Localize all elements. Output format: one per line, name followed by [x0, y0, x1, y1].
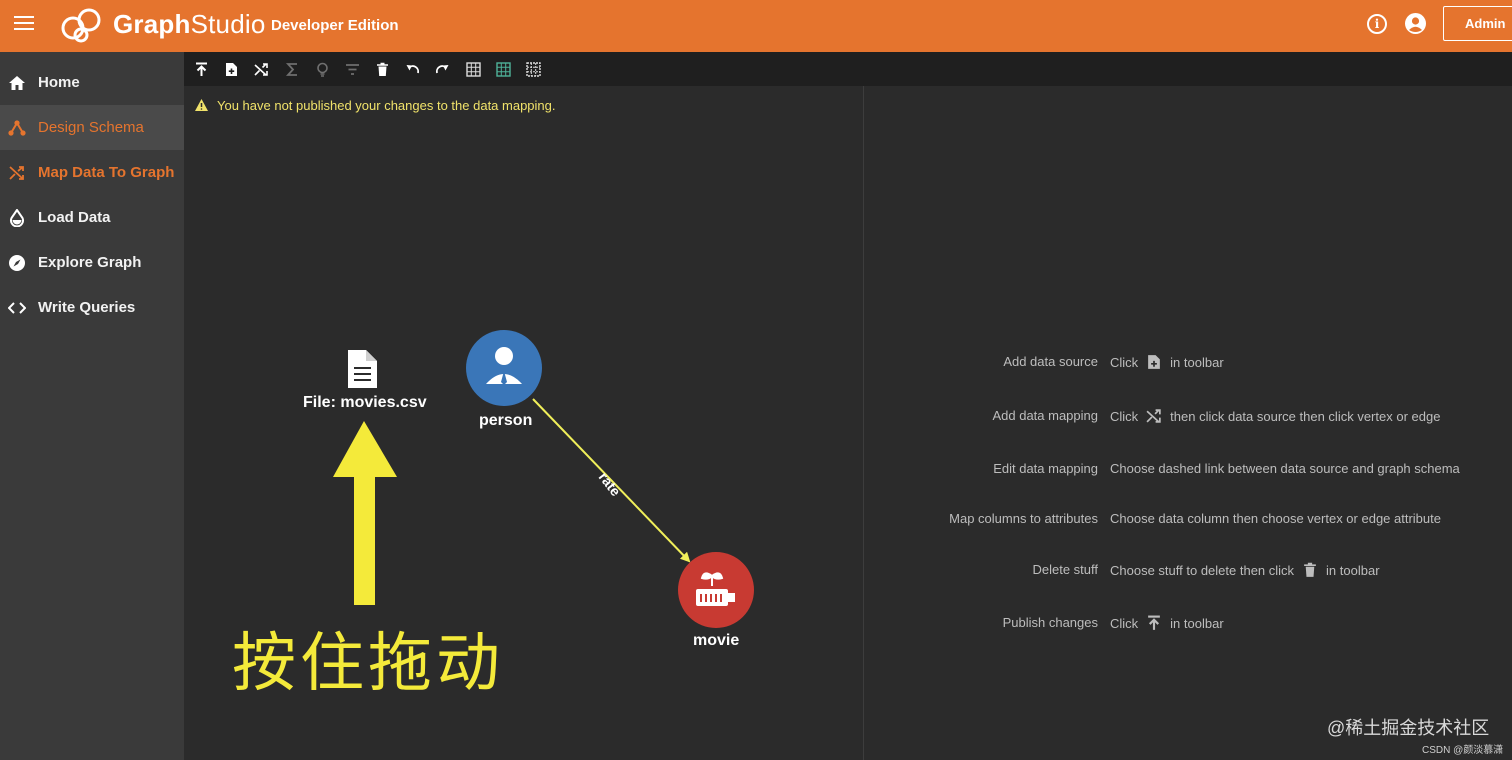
help-value: Choose dashed link between data source a… [1110, 461, 1460, 476]
toolbar [184, 52, 1512, 86]
sidebar-item-load-data[interactable]: Load Data [0, 195, 184, 240]
grid-icon[interactable] [466, 62, 481, 77]
help-key: Publish changes [1002, 615, 1098, 630]
help-key: Add data mapping [992, 408, 1098, 423]
help-row-edit-data-mapping: Edit data mapping Choose dashed link bet… [864, 461, 1512, 481]
edition-label: Developer Edition [271, 17, 399, 34]
person-vertex[interactable] [466, 330, 542, 406]
add-file-icon [1148, 355, 1161, 369]
undo-icon[interactable] [405, 62, 420, 77]
trash-icon [1304, 562, 1316, 577]
help-value: Choose data column then choose vertex or… [1110, 511, 1441, 526]
info-icon[interactable]: i [1367, 14, 1387, 34]
sidebar: Home Design Schema Map Data To Graph Loa… [0, 52, 184, 760]
help-value: Click in toolbar [1110, 615, 1224, 631]
sidebar-item-explore-graph[interactable]: Explore Graph [0, 240, 184, 285]
grid-dotted-icon[interactable] [526, 62, 541, 77]
watermark-juejin: @稀土掘金技术社区 [1327, 718, 1490, 738]
movie-vertex[interactable] [678, 552, 754, 628]
help-value: Click in toolbar [1110, 354, 1224, 370]
home-icon [9, 76, 25, 90]
compass-icon [9, 255, 25, 271]
help-value: Choose stuff to delete then click in too… [1110, 562, 1380, 578]
admin-button[interactable]: Admin [1443, 6, 1512, 41]
redo-icon[interactable] [435, 62, 450, 77]
edge-label: rate [596, 469, 625, 499]
schema-icon [8, 120, 26, 136]
sidebar-item-label: Load Data [38, 209, 111, 226]
file-data-source-icon[interactable] [348, 350, 377, 388]
drag-hint-annotation: 按住拖动 [232, 627, 504, 701]
help-row-delete-stuff: Delete stuff Choose stuff to delete then… [864, 562, 1512, 582]
file-label: File: movies.csv [303, 394, 427, 411]
graphstudio-logo-icon [61, 8, 101, 43]
sidebar-item-label: Explore Graph [38, 254, 142, 271]
help-value: Click then click data source then click … [1110, 408, 1441, 424]
shuffle-icon[interactable] [254, 62, 269, 77]
sidebar-item-label: Write Queries [38, 299, 136, 316]
map-shuffle-icon [9, 166, 24, 180]
watermark-csdn: CSDN @颜淡慕潇 [1422, 745, 1504, 756]
shuffle-icon [1146, 409, 1161, 423]
drop-icon [10, 209, 24, 227]
hamburger-menu-icon[interactable] [14, 16, 34, 32]
help-key: Delete stuff [1032, 562, 1098, 577]
sidebar-item-design-schema[interactable]: Design Schema [0, 105, 184, 150]
help-key: Add data source [1003, 354, 1098, 369]
sidebar-item-label: Home [38, 74, 80, 91]
drag-hint-arrow [333, 421, 397, 605]
add-file-icon[interactable] [224, 62, 239, 77]
filter-icon[interactable] [345, 62, 360, 77]
help-key: Edit data mapping [993, 461, 1098, 476]
sidebar-item-map-data-to-graph[interactable]: Map Data To Graph [0, 150, 184, 195]
sidebar-item-label: Map Data To Graph [38, 164, 175, 181]
lightbulb-icon[interactable] [315, 62, 330, 77]
movie-label: movie [693, 632, 740, 649]
publish-icon[interactable] [194, 62, 209, 77]
publish-icon [1148, 615, 1161, 630]
sigma-icon[interactable] [285, 62, 300, 77]
app-logo-text: GraphStudio [113, 9, 266, 39]
grid-alt-icon[interactable] [496, 62, 511, 77]
trash-icon[interactable] [375, 62, 390, 77]
sidebar-item-home[interactable]: Home [0, 60, 184, 105]
help-row-publish-changes: Publish changes Click in toolbar [864, 615, 1512, 635]
code-icon [8, 302, 26, 314]
help-row-map-columns: Map columns to attributes Choose data co… [864, 511, 1512, 531]
app-header: GraphStudio Developer Edition i Admin [0, 0, 1512, 52]
help-key: Map columns to attributes [949, 511, 1098, 526]
person-label: person [479, 412, 533, 429]
help-row-add-data-mapping: Add data mapping Click then click data s… [864, 408, 1512, 428]
sidebar-item-write-queries[interactable]: Write Queries [0, 285, 184, 330]
user-account-icon[interactable] [1405, 13, 1426, 34]
help-row-add-data-source: Add data source Click in toolbar [864, 354, 1512, 374]
sidebar-item-label: Design Schema [38, 119, 144, 136]
